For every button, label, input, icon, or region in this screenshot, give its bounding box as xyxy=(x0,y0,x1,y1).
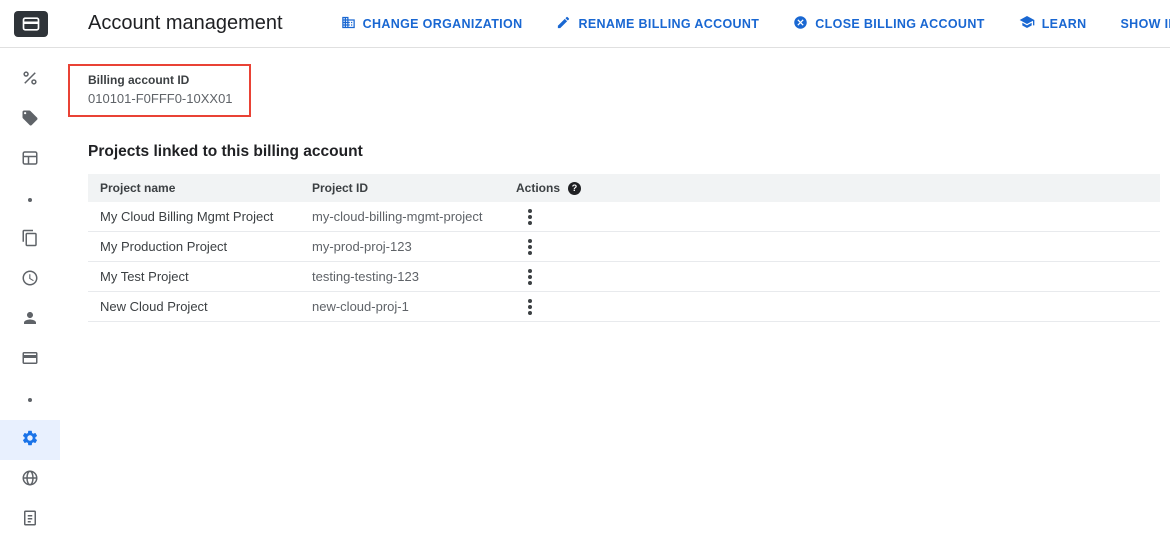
billing-account-id-value: 010101-F0FFF0-10XX01 xyxy=(88,91,233,106)
sidebar-item-documents[interactable] xyxy=(0,500,60,540)
kebab-menu-icon xyxy=(528,305,532,309)
percent-icon xyxy=(21,69,39,92)
sidebar-item-more-2[interactable] xyxy=(0,380,60,420)
project-name-cell: My Cloud Billing Mgmt Project xyxy=(100,209,312,224)
column-header-project-id: Project ID xyxy=(312,181,516,195)
sidebar-item-transactions[interactable] xyxy=(0,260,60,300)
actions-header-label: Actions xyxy=(516,181,560,195)
project-name-cell: My Test Project xyxy=(100,269,312,284)
projects-section-heading: Projects linked to this billing account xyxy=(88,143,1160,161)
project-name-cell: My Production Project xyxy=(100,239,312,254)
sidebar-item-settings-active[interactable] xyxy=(0,420,60,460)
copy-icon xyxy=(21,229,39,252)
header-toolbar: CHANGE ORGANIZATION RENAME BILLING ACCOU… xyxy=(339,8,1170,39)
learn-label: LEARN xyxy=(1042,17,1087,31)
left-nav xyxy=(0,48,60,549)
change-organization-button[interactable]: CHANGE ORGANIZATION xyxy=(339,9,525,39)
wallet-icon xyxy=(21,16,41,32)
top-header: Account management CHANGE ORGANIZATION R… xyxy=(0,0,1170,48)
graduation-cap-icon xyxy=(1019,14,1035,33)
kebab-menu-icon xyxy=(528,275,532,279)
credit-card-icon xyxy=(21,349,39,372)
project-id-cell: my-cloud-billing-mgmt-project xyxy=(312,209,516,224)
globe-icon xyxy=(21,469,39,492)
person-icon xyxy=(21,309,39,332)
show-info-panel-button[interactable]: SHOW INFO PANEL xyxy=(1119,11,1170,37)
sidebar-item-billing-export[interactable] xyxy=(0,220,60,260)
rename-billing-account-label: RENAME BILLING ACCOUNT xyxy=(578,17,759,31)
project-name-cell: New Cloud Project xyxy=(100,299,312,314)
table-row: New Cloud Project new-cloud-proj-1 xyxy=(88,292,1160,322)
help-icon[interactable]: ? xyxy=(568,182,581,195)
billing-account-id-label: Billing account ID xyxy=(88,73,233,87)
table-row: My Test Project testing-testing-123 xyxy=(88,262,1160,292)
page-title: Account management xyxy=(88,12,283,35)
project-id-cell: my-prod-proj-123 xyxy=(312,239,516,254)
sidebar-item-discounts[interactable] xyxy=(0,60,60,100)
organization-grid-icon xyxy=(341,15,356,33)
kebab-menu-icon xyxy=(528,215,532,219)
learn-button[interactable]: LEARN xyxy=(1017,8,1089,39)
close-billing-account-label: CLOSE BILLING ACCOUNT xyxy=(815,17,984,31)
cancel-circle-icon xyxy=(793,15,808,33)
projects-table: Project name Project ID Actions ? My Clo… xyxy=(88,174,1160,322)
row-actions-menu-button[interactable] xyxy=(519,206,541,228)
change-organization-label: CHANGE ORGANIZATION xyxy=(363,17,523,31)
sidebar-item-public[interactable] xyxy=(0,460,60,500)
dot-icon xyxy=(28,398,32,402)
projects-table-header: Project name Project ID Actions ? xyxy=(88,174,1160,202)
billing-logo xyxy=(14,11,48,37)
clock-icon xyxy=(21,269,39,292)
sidebar-item-more-1[interactable] xyxy=(0,180,60,220)
close-billing-account-button[interactable]: CLOSE BILLING ACCOUNT xyxy=(791,9,986,39)
sidebar-item-payment-method[interactable] xyxy=(0,340,60,380)
sidebar-item-account[interactable] xyxy=(0,300,60,340)
row-actions-menu-button[interactable] xyxy=(519,296,541,318)
sidebar-item-cost-table[interactable] xyxy=(0,140,60,180)
pencil-icon xyxy=(556,15,571,33)
tag-icon xyxy=(21,109,39,132)
row-actions-menu-button[interactable] xyxy=(519,236,541,258)
document-icon xyxy=(21,509,39,532)
dot-icon xyxy=(28,198,32,202)
kebab-menu-icon xyxy=(528,245,532,249)
row-actions-menu-button[interactable] xyxy=(519,266,541,288)
rename-billing-account-button[interactable]: RENAME BILLING ACCOUNT xyxy=(554,9,761,39)
gear-icon xyxy=(21,429,39,452)
table-icon xyxy=(21,149,39,172)
main-content: Billing account ID 010101-F0FFF0-10XX01 … xyxy=(60,48,1170,549)
billing-account-page: Account management CHANGE ORGANIZATION R… xyxy=(0,0,1170,549)
table-row: My Production Project my-prod-proj-123 xyxy=(88,232,1160,262)
column-header-actions: Actions ? xyxy=(516,181,1160,195)
project-id-cell: testing-testing-123 xyxy=(312,269,516,284)
show-info-panel-label: SHOW INFO PANEL xyxy=(1121,17,1170,31)
table-row: My Cloud Billing Mgmt Project my-cloud-b… xyxy=(88,202,1160,232)
billing-account-id-highlight: Billing account ID 010101-F0FFF0-10XX01 xyxy=(68,64,251,117)
sidebar-item-pricing[interactable] xyxy=(0,100,60,140)
project-id-cell: new-cloud-proj-1 xyxy=(312,299,516,314)
column-header-project-name: Project name xyxy=(100,181,312,195)
